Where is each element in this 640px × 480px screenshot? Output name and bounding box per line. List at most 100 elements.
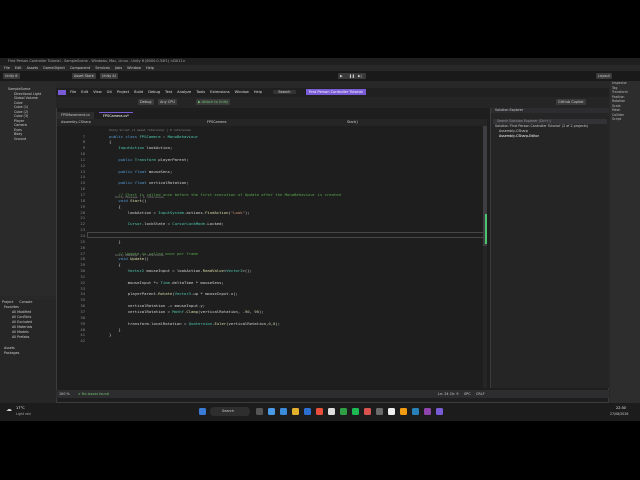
code-line[interactable]: void Start(): [109, 198, 146, 203]
line-number: 34: [80, 291, 85, 297]
vs-menu-git[interactable]: Git: [107, 90, 112, 94]
vs-menu-window[interactable]: Window: [235, 90, 249, 94]
code-line[interactable]: {: [109, 262, 120, 267]
line-number: 26: [80, 244, 85, 250]
start-icon[interactable]: [199, 408, 206, 415]
vs-menu-help[interactable]: Help: [254, 90, 262, 94]
file-explorer-icon[interactable]: [292, 408, 299, 415]
code-editor[interactable]: Unity Script (1 asset reference) | 0 ref…: [57, 126, 487, 388]
vs-menu-extensions[interactable]: Extensions: [210, 90, 230, 94]
code-line[interactable]: Vector2 mouseInput = lookAction.ReadValu…: [109, 268, 252, 273]
clock-time[interactable]: 22:30: [616, 406, 626, 410]
hierarchy-panel: SampleScene Directional Light Global Volum…: [0, 81, 56, 296]
unity-toolbar: Unity 6 Asset Store Unity AI ▶ ❚❚ ▶| Lay…: [0, 71, 640, 81]
line-number: 41: [80, 332, 85, 338]
nav-member-dropdown[interactable]: Start(): [347, 119, 358, 126]
github-copilot-button[interactable]: GitHub Copilot: [556, 99, 586, 105]
code-line[interactable]: transform.localRotation = Quaternion.Eul…: [109, 321, 280, 326]
widgets-icon[interactable]: [268, 408, 275, 415]
app-icon-red[interactable]: [364, 408, 371, 415]
vs-menu-build[interactable]: Build: [134, 90, 143, 94]
unity-menu-edit[interactable]: Edit: [15, 66, 22, 70]
app-icon-purple[interactable]: [424, 408, 431, 415]
asset-store-button[interactable]: Asset Store: [72, 73, 96, 79]
edge-icon[interactable]: [304, 408, 311, 415]
vs-menu-file[interactable]: File: [70, 90, 76, 94]
app-icon-green[interactable]: [340, 408, 347, 415]
hierarchy-item[interactable]: Ground: [0, 137, 56, 142]
navigation-bar: Assembly-CSharp FPSCamera Start(): [57, 119, 487, 126]
code-line[interactable]: verticalRotation = Mathf.Clamp(verticalR…: [109, 309, 264, 314]
spotify-icon[interactable]: [352, 408, 359, 415]
unity-menu-assets[interactable]: Assets: [27, 66, 38, 70]
vs-menu-analyze[interactable]: Analyze: [177, 90, 191, 94]
zoom-level[interactable]: 100 %: [59, 390, 70, 398]
unity-menu-component[interactable]: Component: [70, 66, 90, 70]
issues-indicator[interactable]: ✔ No issues found: [78, 390, 109, 398]
editor-scrollbar[interactable]: [483, 126, 487, 388]
code-line[interactable]: public class FPSCamera : MonoBehaviour: [109, 134, 198, 139]
layout-dropdown[interactable]: Layout: [596, 73, 612, 79]
code-line[interactable]: void Update(): [109, 256, 148, 261]
unity-menu-help[interactable]: Help: [146, 66, 154, 70]
current-line-highlight: [87, 232, 487, 238]
vs-menu-edit[interactable]: Edit: [81, 90, 88, 94]
tab-fpsmovement[interactable]: FPSMovement.cs: [57, 112, 94, 119]
attach-to-unity-button[interactable]: ▶ Attach to Unity: [196, 99, 231, 105]
unity-hub-icon[interactable]: [328, 408, 335, 415]
app-icon-gray[interactable]: [376, 408, 383, 415]
step-button[interactable]: ▶|: [356, 73, 366, 79]
vs-search-box[interactable]: Search: [273, 90, 296, 94]
code-line[interactable]: verticalRotation -= mouseInput.y;: [109, 303, 205, 308]
code-line[interactable]: }: [109, 332, 111, 337]
unity-ai-button[interactable]: Unity AI: [100, 73, 118, 79]
code-line[interactable]: }: [109, 327, 120, 332]
platform-dropdown[interactable]: Any CPU: [158, 99, 177, 105]
line-ending[interactable]: CRLF: [476, 390, 485, 398]
tab-project[interactable]: Project: [2, 300, 13, 304]
code-line[interactable]: mouseInput *= Time.deltaTime * mouseSens…: [109, 280, 224, 285]
solution-item[interactable]: Assembly-CSharp-Editor: [491, 134, 609, 139]
weather-temp[interactable]: 17°C: [16, 406, 25, 410]
vs-menu-tools[interactable]: Tools: [196, 90, 205, 94]
code-line[interactable]: {: [109, 139, 111, 144]
cursor-position: Ln: 24 Ch: 9: [438, 392, 459, 396]
project-item[interactable]: Packages: [0, 351, 56, 356]
vs-menu-debug[interactable]: Debug: [148, 90, 160, 94]
code-line[interactable]: public Transform playerParent;: [109, 157, 188, 162]
store-icon[interactable]: [316, 408, 323, 415]
vs-menu-test[interactable]: Test: [165, 90, 172, 94]
vs-menu-view[interactable]: View: [93, 90, 102, 94]
code-line[interactable]: lookAction = InputSystem.actions.FindAct…: [109, 210, 250, 215]
line-number: 32: [80, 279, 85, 285]
whitespace-mode[interactable]: SPC: [464, 390, 471, 398]
unity-icon[interactable]: [388, 408, 395, 415]
unity-menu-file[interactable]: File: [4, 66, 10, 70]
unity-menu-services[interactable]: Services: [95, 66, 110, 70]
unity-menu-jobs[interactable]: Jobs: [115, 66, 122, 70]
unity-menu-window[interactable]: Window: [127, 66, 141, 70]
mail-icon[interactable]: [280, 408, 287, 415]
tab-console[interactable]: Console: [19, 300, 32, 304]
config-dropdown[interactable]: Debug: [138, 99, 154, 105]
task-view-icon[interactable]: [256, 408, 263, 415]
code-line[interactable]: playerParent.Rotate(Vector3.up * mouseIn…: [109, 291, 238, 296]
code-line[interactable]: InputAction lookAction;: [109, 145, 172, 150]
code-line[interactable]: Cursor.lockState = CursorLockMode.Locked…: [109, 221, 224, 226]
taskbar-search[interactable]: Search: [210, 407, 250, 416]
unity-account-button[interactable]: Unity 6: [3, 73, 20, 79]
nav-project-dropdown[interactable]: Assembly-CSharp: [61, 119, 91, 126]
nav-class-dropdown[interactable]: FPSCamera: [207, 119, 226, 126]
code-line[interactable]: }: [109, 239, 120, 244]
visual-studio-taskbar-icon[interactable]: [436, 408, 443, 415]
code-line[interactable]: public float verticalRotation;: [109, 180, 188, 185]
code-line[interactable]: public float mouseSens;: [109, 169, 172, 174]
app-icon-blue[interactable]: [412, 408, 419, 415]
app-icon-orange[interactable]: [400, 408, 407, 415]
vs-menu-project[interactable]: Project: [117, 90, 129, 94]
project-item[interactable]: All Prefabs: [0, 335, 56, 340]
code-line[interactable]: {: [109, 204, 120, 209]
code-hint[interactable]: Unity Script (1 asset reference) | 0 ref…: [109, 128, 191, 132]
unity-menu-gameobject[interactable]: GameObject: [43, 66, 65, 70]
code-line[interactable]: [109, 233, 128, 238]
